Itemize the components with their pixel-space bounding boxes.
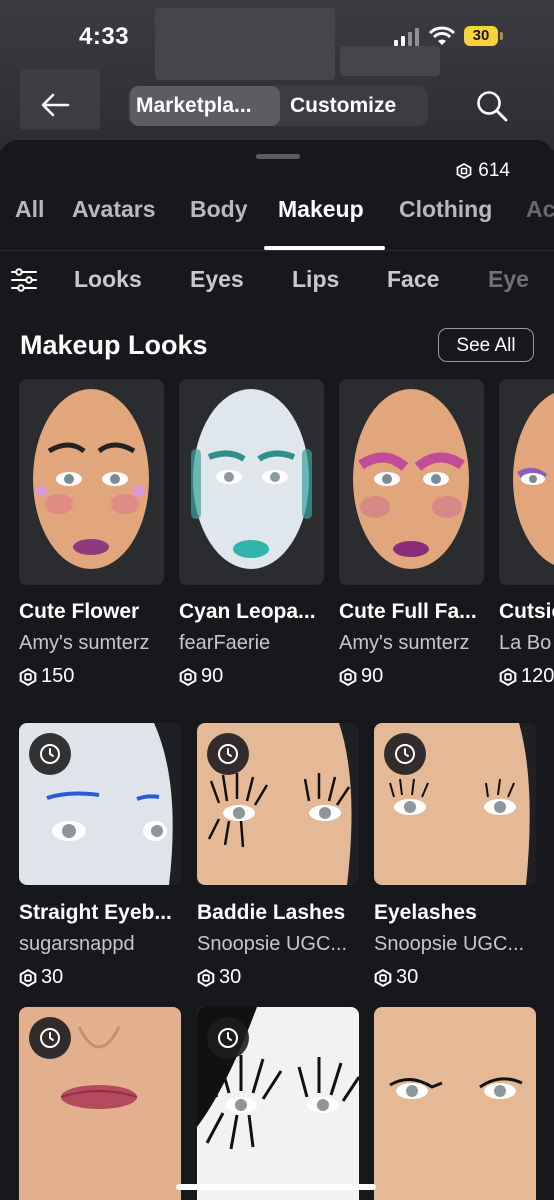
robux-balance[interactable]: 614 (456, 160, 510, 182)
look-card[interactable]: Cute Full Fa... Amy's sumterz 90 (339, 379, 484, 689)
tab-all[interactable]: All (15, 196, 44, 223)
look-creator: fearFaerie (179, 632, 271, 654)
price-value: 30 (41, 966, 64, 988)
tab-clothing[interactable]: Clothing (399, 196, 492, 223)
look-title: Cute Full Fa... (339, 600, 477, 623)
robux-icon (19, 667, 37, 686)
item-thumbnail (197, 1007, 359, 1200)
robux-icon (19, 968, 37, 987)
price-value: 90 (361, 665, 384, 687)
item-thumbnail (197, 723, 359, 885)
item-creator: Snoopsie UGC... (374, 933, 525, 955)
section-title: Makeup Looks (20, 330, 208, 360)
look-price: 150 (19, 665, 74, 688)
clock-icon (207, 733, 249, 775)
look-creator: Amy's sumterz (19, 632, 150, 654)
item-price: 30 (197, 966, 241, 989)
wifi-icon (428, 26, 456, 45)
sheet-grabber[interactable] (256, 154, 300, 159)
price-value: 150 (41, 665, 75, 687)
robux-icon (197, 968, 215, 987)
item-creator: sugarsnappd (19, 933, 135, 955)
item-card[interactable]: Straight Eyeb... sugarsnappd 30 (19, 723, 181, 993)
robux-balance-value: 614 (478, 160, 510, 181)
item-title: Eyelashes (374, 901, 477, 924)
look-price: 120 (499, 665, 554, 688)
clock-icon (29, 733, 71, 775)
tab-marketplace[interactable]: Marketpla... (130, 86, 280, 126)
price-value: 90 (201, 665, 224, 687)
item-card[interactable] (374, 1007, 536, 1200)
status-time: 4:33 (79, 23, 130, 50)
look-card[interactable]: Cute Flower Amy's sumterz 150 (19, 379, 164, 689)
look-thumbnail (499, 379, 554, 585)
mode-switcher: Marketpla... Customize (128, 86, 428, 126)
look-title: Cutsie (499, 600, 554, 623)
look-creator: La Bo (499, 632, 552, 654)
look-price: 90 (339, 665, 383, 688)
look-title: Cyan Leopa... (179, 600, 316, 623)
robux-icon (339, 667, 357, 686)
tab-body[interactable]: Body (190, 196, 248, 223)
robux-icon (374, 968, 392, 987)
price-value: 30 (219, 966, 242, 988)
look-creator: Amy's sumterz (339, 632, 470, 654)
look-thumbnail (179, 379, 324, 585)
item-card[interactable]: Eyelashes Snoopsie UGC... 30 (374, 723, 536, 993)
item-card[interactable]: Baddie Lashes Snoopsie UGC... 30 (197, 723, 359, 993)
price-value: 30 (396, 966, 419, 988)
back-arrow-icon[interactable] (38, 88, 72, 122)
see-all-button[interactable]: See All (438, 328, 534, 362)
item-thumbnail (19, 1007, 181, 1200)
look-title: Cute Flower (19, 600, 140, 623)
battery-icon: 30 (464, 26, 503, 46)
category-tabs: All Avatars Body Makeup Clothing Ac (0, 196, 554, 250)
clock-icon (207, 1017, 249, 1059)
item-title: Straight Eyeb... (19, 901, 172, 924)
tab-avatars[interactable]: Avatars (72, 196, 156, 223)
cellular-signal-icon (394, 28, 420, 46)
divider (0, 250, 554, 251)
tab-customize[interactable]: Customize (288, 86, 428, 126)
subtab-lips[interactable]: Lips (292, 266, 339, 293)
item-card[interactable] (19, 1007, 181, 1200)
battery-level: 30 (472, 27, 490, 44)
robux-icon (499, 667, 517, 686)
clock-icon (29, 1017, 71, 1059)
filter-icon[interactable] (10, 266, 38, 294)
subtab-face[interactable]: Face (387, 266, 439, 293)
item-thumbnail (374, 723, 536, 885)
item-creator: Snoopsie UGC... (197, 933, 348, 955)
look-thumbnail (19, 379, 164, 585)
robux-icon (179, 667, 197, 686)
look-price: 90 (179, 665, 223, 688)
look-thumbnail (339, 379, 484, 585)
subtab-eyebrows[interactable]: Eye (488, 266, 529, 293)
subcategory-tabs: Looks Eyes Lips Face Eye (0, 262, 554, 306)
clock-icon (384, 733, 426, 775)
item-thumbnail (19, 723, 181, 885)
look-card[interactable]: Cutsie La Bo 120 (499, 379, 554, 689)
subtab-looks[interactable]: Looks (74, 266, 142, 293)
marketplace-sheet: 614 All Avatars Body Makeup Clothing Ac … (0, 140, 554, 1200)
item-price: 30 (374, 966, 418, 989)
home-indicator[interactable] (176, 1184, 376, 1190)
look-card[interactable]: Cyan Leopa... fearFaerie 90 (179, 379, 324, 689)
robux-icon (456, 163, 472, 179)
subtab-eyes[interactable]: Eyes (190, 266, 244, 293)
item-price: 30 (19, 966, 63, 989)
item-thumbnail (374, 1007, 536, 1200)
price-value: 120 (521, 665, 554, 687)
tab-makeup[interactable]: Makeup (278, 196, 364, 223)
search-icon[interactable] (474, 88, 510, 124)
tab-accessories[interactable]: Ac (526, 196, 554, 223)
item-card[interactable] (197, 1007, 359, 1200)
item-title: Baddie Lashes (197, 901, 346, 924)
status-bar: 4:33 30 (0, 0, 554, 72)
